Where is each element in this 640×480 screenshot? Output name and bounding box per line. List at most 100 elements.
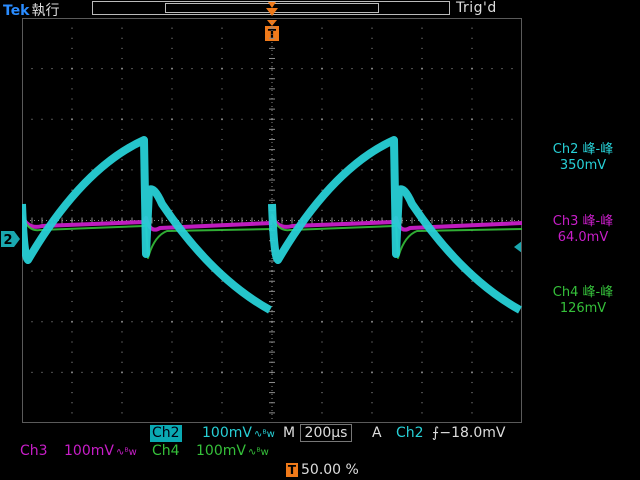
measurement-ch4[interactable]: Ch4 峰-峰 126mV bbox=[528, 285, 638, 317]
grid-minor-dot bbox=[421, 371, 423, 373]
trigger-position-readout[interactable]: T 50.00 % bbox=[286, 462, 359, 478]
grid-minor-dot bbox=[201, 169, 203, 171]
grid-minor-dot bbox=[191, 68, 193, 70]
grid-minor-dot bbox=[421, 331, 423, 333]
grid-minor-dot bbox=[221, 412, 223, 414]
grid-minor-dot bbox=[371, 412, 373, 414]
grid-minor-dot bbox=[321, 331, 323, 333]
grid-minor-dot bbox=[321, 189, 323, 191]
grid-minor-dot bbox=[371, 270, 373, 272]
measurement-ch3[interactable]: Ch3 峰-峰 64.0mV bbox=[528, 214, 638, 246]
grid-minor-dot bbox=[511, 68, 513, 70]
grid-minor-dot bbox=[171, 169, 173, 171]
grid-minor-dot bbox=[421, 260, 423, 262]
grid-minor-dot bbox=[171, 270, 173, 272]
grid-minor-dot bbox=[371, 290, 373, 292]
grid-minor-dot bbox=[171, 68, 173, 70]
ch2-ground-marker[interactable]: 2 bbox=[0, 229, 22, 249]
grid-minor-dot bbox=[321, 108, 323, 110]
trigger-readout[interactable]: A Ch2 ⨍−18.0mV bbox=[372, 425, 505, 442]
grid-minor-dot bbox=[71, 381, 73, 384]
grid-minor-dot bbox=[351, 321, 353, 323]
grid-minor-dot bbox=[481, 118, 483, 120]
grid-minor-dot bbox=[241, 270, 243, 272]
grid-minor-dot bbox=[331, 371, 333, 373]
grid-minor-dot bbox=[341, 118, 343, 120]
grid-minor-dot bbox=[221, 189, 223, 191]
grid-minor-dot bbox=[451, 169, 453, 171]
measurement-ch2[interactable]: Ch2 峰-峰 350mV bbox=[528, 142, 638, 174]
grid-minor-dot bbox=[171, 412, 173, 414]
grid-minor-dot bbox=[371, 240, 373, 242]
grid-minor-dot bbox=[351, 371, 353, 373]
grid-minor-dot bbox=[321, 341, 323, 343]
grid-minor-dot bbox=[31, 68, 33, 70]
grid-minor-dot bbox=[371, 88, 373, 90]
grid-minor-dot bbox=[71, 341, 73, 343]
grid-minor-dot bbox=[51, 68, 53, 70]
grid-minor-dot bbox=[121, 88, 123, 90]
grid-minor-dot bbox=[171, 189, 173, 191]
grid-minor-dot bbox=[231, 118, 233, 120]
grid-minor-dot bbox=[421, 240, 423, 242]
grid-minor-dot bbox=[31, 321, 33, 323]
grid-minor-dot bbox=[431, 169, 433, 171]
grid-minor-dot bbox=[71, 27, 73, 29]
grid-minor-dot bbox=[421, 47, 423, 49]
grid-minor-dot bbox=[31, 371, 33, 373]
ch3-readout[interactable]: Ch3 100mV ∿ᴮw bbox=[18, 443, 137, 461]
grid-minor-dot bbox=[81, 169, 83, 171]
grid-minor-dot bbox=[221, 311, 223, 313]
grid-minor-dot bbox=[121, 240, 123, 242]
grid-minor-dot bbox=[81, 270, 83, 272]
grid-minor-dot bbox=[71, 37, 73, 39]
grid-minor-dot bbox=[421, 149, 423, 151]
grid-minor-dot bbox=[121, 98, 123, 100]
grid-minor-dot bbox=[91, 371, 93, 373]
grid-minor-dot bbox=[221, 341, 223, 343]
grid-minor-dot bbox=[371, 37, 373, 39]
grid-minor-dot bbox=[461, 371, 463, 373]
grid-minor-dot bbox=[471, 98, 473, 100]
grid-minor-dot bbox=[121, 37, 123, 39]
grid-minor-dot bbox=[441, 68, 443, 70]
grid-minor-dot bbox=[141, 118, 143, 120]
grid-minor-dot bbox=[71, 78, 73, 80]
grid-minor-dot bbox=[121, 250, 123, 252]
grid-minor-dot bbox=[321, 209, 323, 211]
grid-minor-dot bbox=[471, 311, 473, 313]
waveform-display[interactable] bbox=[22, 18, 522, 423]
grid-minor-dot bbox=[141, 371, 143, 373]
grid-minor-dot bbox=[221, 37, 223, 39]
grid-minor-dot bbox=[471, 250, 473, 252]
grid-minor-dot bbox=[71, 392, 73, 394]
grid-minor-dot bbox=[121, 321, 123, 323]
grid-minor-dot bbox=[61, 371, 63, 373]
grid-minor-dot bbox=[321, 57, 323, 60]
grid-minor-dot bbox=[251, 68, 253, 70]
grid-minor-dot bbox=[371, 47, 373, 49]
grid-minor-dot bbox=[201, 68, 203, 70]
grid-minor-dot bbox=[171, 27, 173, 29]
grid-minor-dot bbox=[421, 27, 423, 29]
grid-minor-dot bbox=[371, 260, 373, 262]
grid-minor-dot bbox=[211, 321, 213, 323]
grid-minor-dot bbox=[381, 169, 383, 171]
grid-minor-dot bbox=[171, 108, 173, 110]
grid-minor-dot bbox=[471, 392, 473, 394]
grid-minor-dot bbox=[381, 118, 383, 120]
grid-minor-dot bbox=[421, 68, 423, 70]
grid-minor-dot bbox=[401, 270, 403, 272]
timebase-readout[interactable]: M 200µs bbox=[283, 424, 353, 442]
grid-minor-dot bbox=[121, 412, 123, 414]
grid-minor-dot bbox=[221, 88, 223, 90]
grid-minor-dot bbox=[341, 321, 343, 323]
grid-minor-dot bbox=[161, 371, 163, 373]
grid-minor-dot bbox=[481, 371, 483, 373]
ch2-readout[interactable]: Ch2 100mV ∿ᴮw bbox=[150, 425, 275, 443]
grid-minor-dot bbox=[171, 300, 173, 303]
measurement-ch3-label: Ch3 峰-峰 bbox=[552, 214, 614, 229]
ch3-scale: 100mV bbox=[64, 443, 114, 459]
grid-minor-dot bbox=[81, 68, 83, 70]
ch4-readout[interactable]: Ch4 100mV ∿ᴮw bbox=[150, 443, 269, 461]
